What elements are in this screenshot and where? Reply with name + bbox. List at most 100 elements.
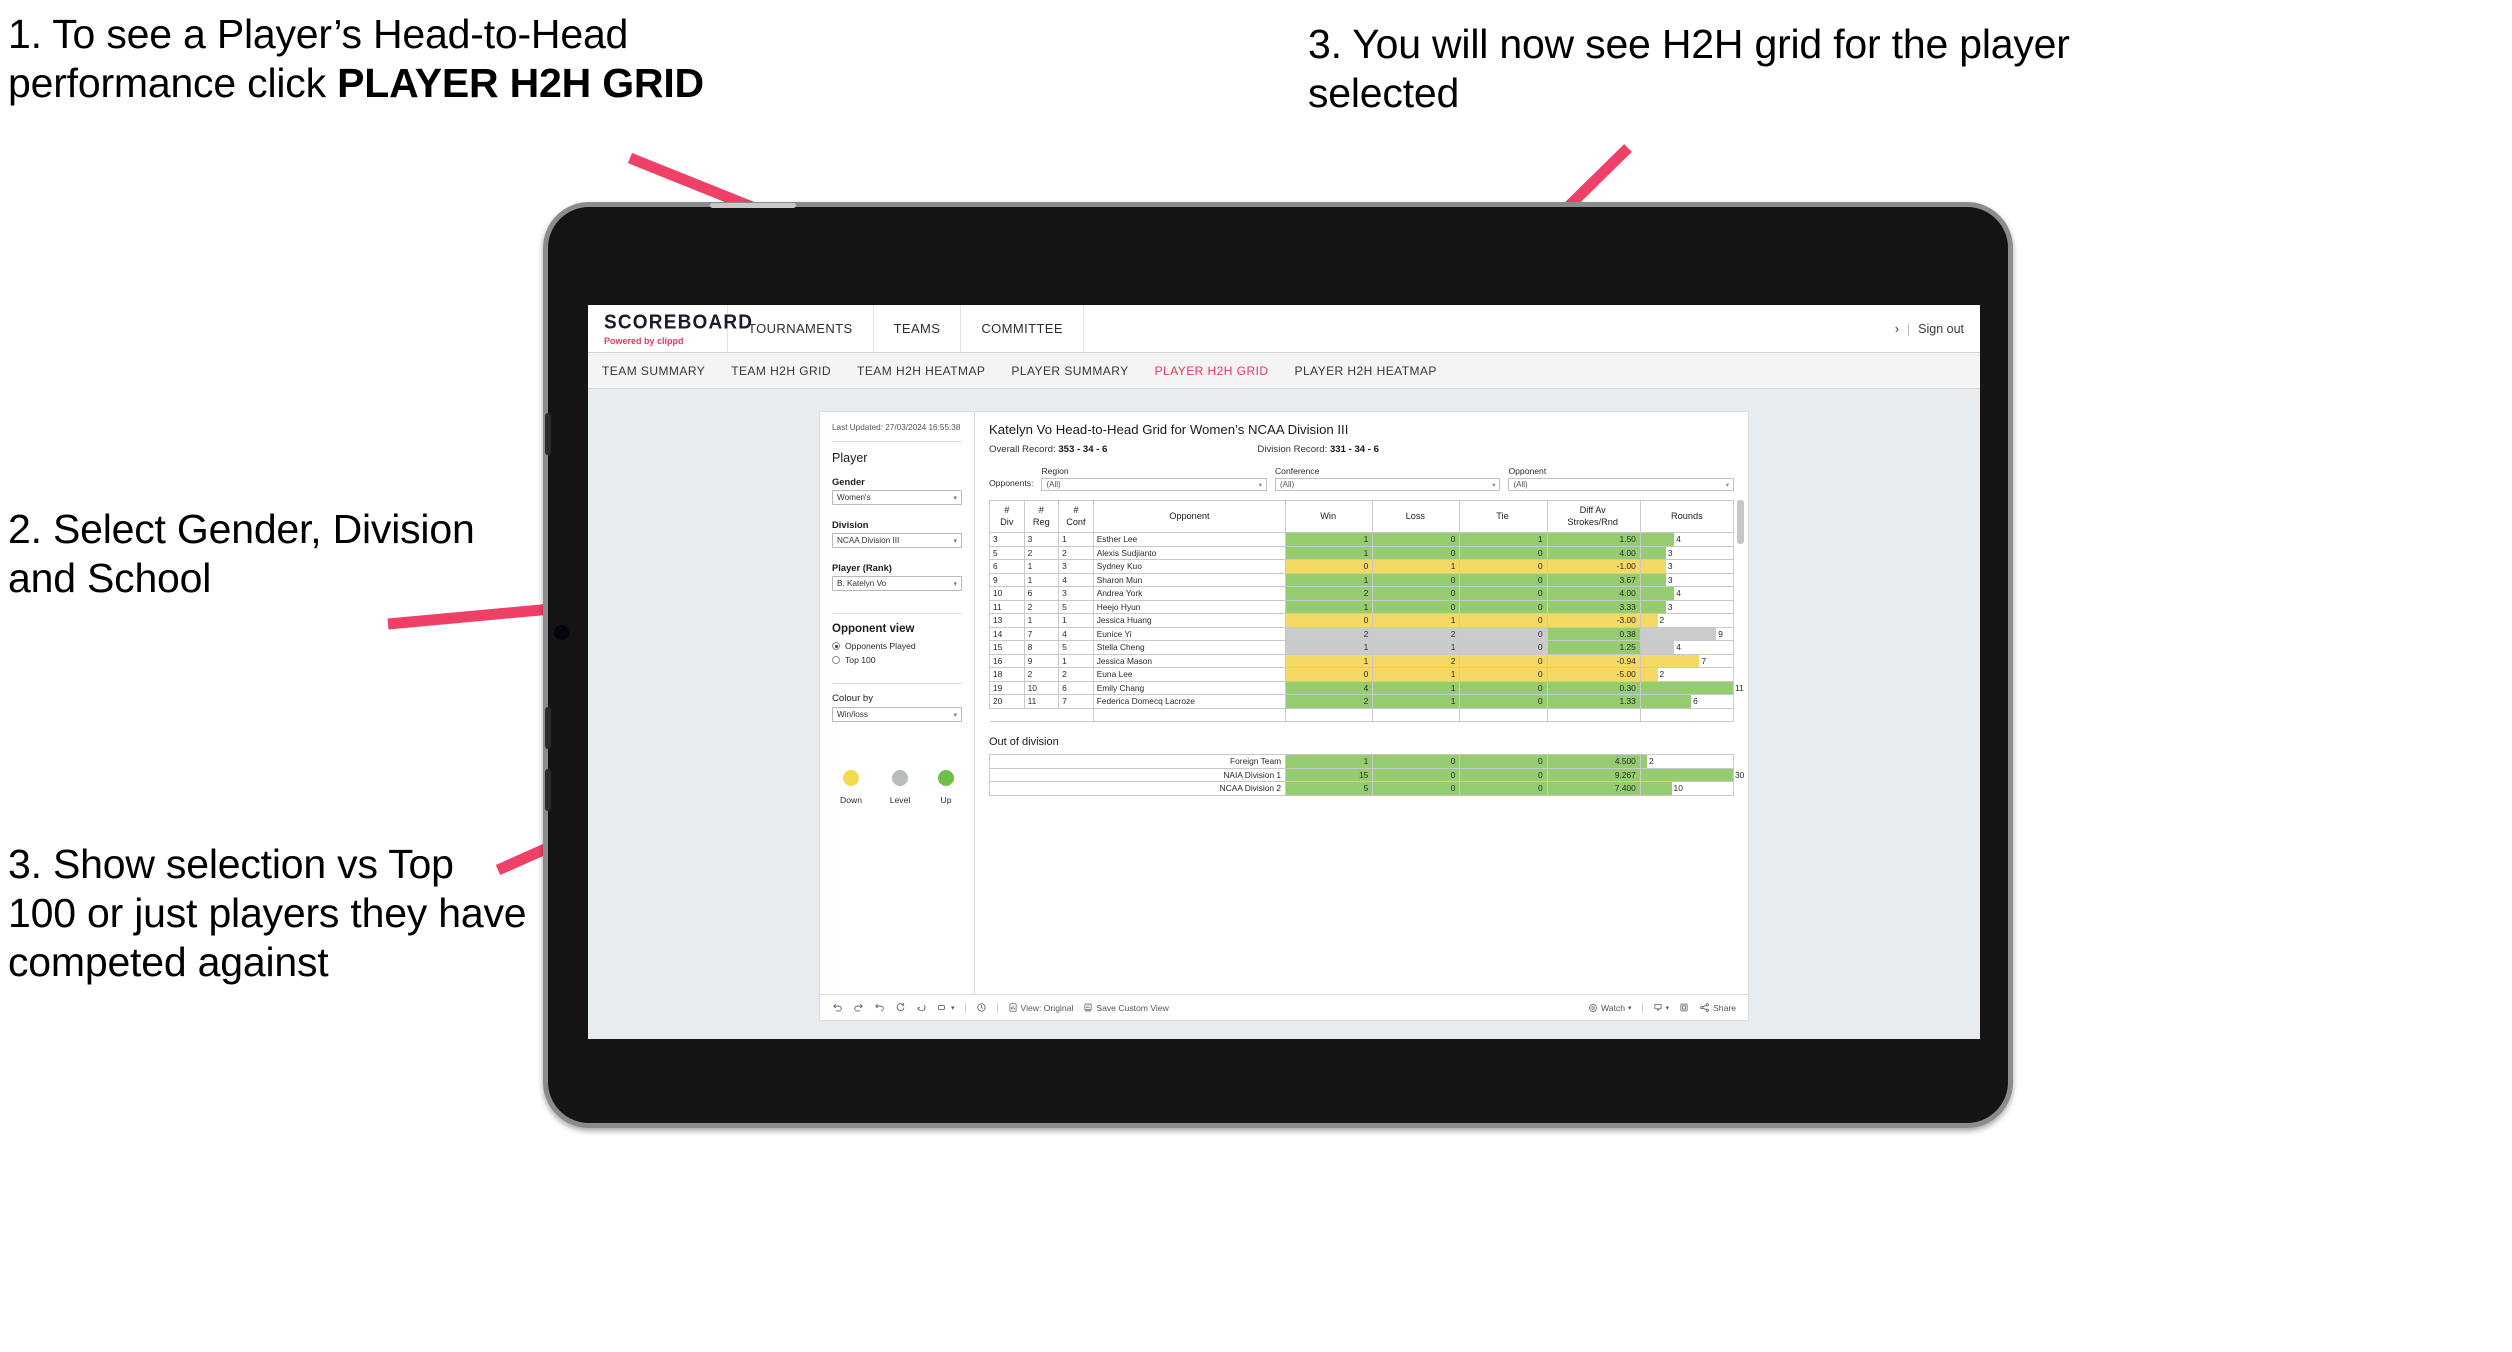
table-row[interactable]: 18 2 2 Euna Lee 0 1 0 -5.00 2 xyxy=(989,667,1735,682)
save-custom-view-label: Save Custom View xyxy=(1096,1002,1169,1013)
overall-record-label: Overall Record: xyxy=(989,444,1056,455)
tablet-volume-up-button xyxy=(545,413,551,455)
fullscreen-icon[interactable] xyxy=(1679,1002,1689,1013)
pause-icon[interactable] xyxy=(916,1002,927,1013)
opponent-filter-region-value: (All) xyxy=(1046,480,1061,489)
workspace: Last Updated: 27/03/2024 16:55:38 Player… xyxy=(588,389,1980,1039)
table-row[interactable]: 20 11 7 Federica Domecq Lacroze 2 1 0 1.33 6 xyxy=(989,694,1735,709)
cell-conf: 3 xyxy=(1058,559,1094,574)
rounds-value: 11 xyxy=(1735,682,1744,693)
table-row[interactable]: 19 10 6 Emily Chang 4 1 0 0.30 11 xyxy=(989,680,1744,695)
tab-team-h2h-grid[interactable]: TEAM H2H GRID xyxy=(731,364,831,378)
sign-out-link[interactable]: Sign out xyxy=(1918,322,1964,336)
table-row[interactable]: NAIA Division 1 15 0 0 9.267 30 xyxy=(988,767,1744,782)
nav-item-committee[interactable]: COMMITTEE xyxy=(961,305,1084,352)
cell-win: 2 xyxy=(1285,586,1374,601)
cell-empty xyxy=(1024,708,1059,722)
radio-top-100[interactable]: Top 100 xyxy=(832,655,962,665)
colour-by-select[interactable]: Win/loss ▾ xyxy=(832,707,962,723)
cell-empty xyxy=(1372,708,1461,722)
filter-gender-select[interactable]: Women's ▾ xyxy=(832,490,962,506)
cell-loss: 0 xyxy=(1372,781,1461,796)
cell-conf: 2 xyxy=(1058,545,1094,560)
chevron-down-icon: ▾ xyxy=(953,580,957,588)
cell-win: 15 xyxy=(1285,767,1374,782)
rounds-bar xyxy=(1640,654,1700,667)
cell-loss: 0 xyxy=(1372,572,1461,587)
cell-conf: 3 xyxy=(1058,586,1094,601)
share-button[interactable]: Share xyxy=(1699,1002,1736,1013)
table-row[interactable]: 15 8 5 Stella Cheng 1 1 0 1.25 4 xyxy=(989,640,1735,655)
filter-player-rank-select[interactable]: B. Katelyn Vo ▾ xyxy=(832,576,962,592)
refresh-icon[interactable] xyxy=(895,1002,906,1013)
chevron-right-icon[interactable]: › xyxy=(1895,322,1899,336)
cell-reg: 3 xyxy=(1023,532,1060,547)
nav-item-teams[interactable]: TEAMS xyxy=(874,305,962,352)
legend-label-up: Up xyxy=(940,795,952,806)
cell-diff: 3.33 xyxy=(1546,599,1641,614)
chart-type-icon[interactable]: ▾ xyxy=(937,1002,955,1013)
table-row[interactable]: 9 1 4 Sharon Mun 1 0 0 3.67 3 xyxy=(989,572,1735,587)
table-row[interactable]: 14 7 4 Eunice Yi 2 2 0 0.38 9 xyxy=(989,626,1735,641)
table-row[interactable]: 10 6 3 Andrea York 2 0 0 4.00 4 xyxy=(989,586,1735,601)
tab-player-summary[interactable]: PLAYER SUMMARY xyxy=(1011,364,1128,378)
watch-button[interactable]: Watch ▾ xyxy=(1588,1003,1632,1013)
table-row[interactable]: 13 1 1 Jessica Huang 0 1 0 -3.00 2 xyxy=(989,613,1735,628)
cell-opponent: Esther Lee xyxy=(1092,532,1287,547)
tab-team-h2h-heatmap[interactable]: TEAM H2H HEATMAP xyxy=(857,364,985,378)
tab-strip: TEAM SUMMARY TEAM H2H GRID TEAM H2H HEAT… xyxy=(588,353,1980,389)
table-row[interactable]: 11 2 5 Heejo Hyun 1 0 0 3.33 3 xyxy=(989,599,1735,614)
table-scrollbar[interactable] xyxy=(1737,500,1744,544)
chevron-down-icon: ▾ xyxy=(1258,481,1262,489)
view-original-button[interactable]: View: Original xyxy=(1008,1002,1073,1013)
h2h-table: # Div # Reg # Conf Opponent Win Loss Tie Di… xyxy=(989,500,1744,722)
tab-player-h2h-heatmap[interactable]: PLAYER H2H HEATMAP xyxy=(1294,364,1436,378)
undo-icon[interactable] xyxy=(832,1002,843,1013)
rounds-bar xyxy=(1640,681,1733,694)
download-icon[interactable]: ▾ xyxy=(1653,1002,1669,1013)
cell-tie: 0 xyxy=(1459,667,1548,682)
save-custom-view-button[interactable]: Save Custom View xyxy=(1083,1002,1169,1013)
pause-auto-update-icon[interactable] xyxy=(976,1002,987,1013)
table-row[interactable]: NCAA Division 2 5 0 0 7.400 10 xyxy=(988,781,1735,796)
legend-label-down: Down xyxy=(840,795,862,806)
cell-conf: 4 xyxy=(1058,626,1094,641)
legend-item-level: Level xyxy=(890,770,910,805)
cell-conf: 1 xyxy=(1058,532,1094,547)
cell-empty xyxy=(1285,708,1374,722)
cell-opponent: Stella Cheng xyxy=(1092,640,1287,655)
table-row[interactable]: 6 1 3 Sydney Kuo 0 1 0 -1.00 3 xyxy=(989,559,1735,574)
app-header: SCOREBOARD Powered by clippd TOURNAMENTS… xyxy=(588,305,1980,353)
rounds-value: 4 xyxy=(1676,642,1681,653)
cell-opponent: Alexis Sudjianto xyxy=(1092,545,1287,560)
cell-win: 4 xyxy=(1285,680,1374,695)
cell-diff: 0.30 xyxy=(1546,680,1641,695)
cell-group-name: NCAA Division 2 xyxy=(988,781,1287,796)
tab-team-summary[interactable]: TEAM SUMMARY xyxy=(602,364,705,378)
opponent-filter-opponent-select[interactable]: (All) ▾ xyxy=(1508,478,1734,491)
tab-player-h2h-grid[interactable]: PLAYER H2H GRID xyxy=(1155,364,1269,378)
cell-reg: 11 xyxy=(1023,694,1060,709)
cell-group-name: NAIA Division 1 xyxy=(988,767,1287,782)
cell-div: 6 xyxy=(989,559,1025,574)
table-row[interactable]: 16 9 1 Jessica Mason 1 2 0 -0.94 7 xyxy=(989,653,1735,668)
cell-reg: 2 xyxy=(1023,667,1060,682)
redo-icon[interactable] xyxy=(853,1002,864,1013)
table-filler-row xyxy=(989,708,1735,722)
opponent-filter-region-select[interactable]: (All) ▾ xyxy=(1041,478,1267,491)
table-row[interactable]: Foreign Team 1 0 0 4.500 2 xyxy=(988,754,1735,769)
cell-win: 0 xyxy=(1285,667,1374,682)
cell-opponent: Federica Domecq Lacroze xyxy=(1092,694,1287,709)
filter-division-select[interactable]: NCAA Division III ▾ xyxy=(832,533,962,549)
revert-icon[interactable] xyxy=(874,1002,885,1013)
radio-opponents-played[interactable]: Opponents Played xyxy=(832,641,962,651)
cell-rounds: 3 xyxy=(1639,599,1735,614)
cell-win: 0 xyxy=(1285,613,1374,628)
table-row[interactable]: 5 2 2 Alexis Sudjianto 1 0 0 4.00 3 xyxy=(989,545,1735,560)
opponent-filter-conference-select[interactable]: (All) ▾ xyxy=(1274,478,1501,491)
opponent-filter-opponent-label: Opponent xyxy=(1508,466,1547,476)
cell-reg: 1 xyxy=(1023,559,1060,574)
cell-reg: 6 xyxy=(1023,586,1060,601)
table-row[interactable]: 3 3 1 Esther Lee 1 0 1 1.50 4 xyxy=(989,532,1735,547)
brand-logo[interactable]: SCOREBOARD Powered by clippd xyxy=(588,305,752,352)
